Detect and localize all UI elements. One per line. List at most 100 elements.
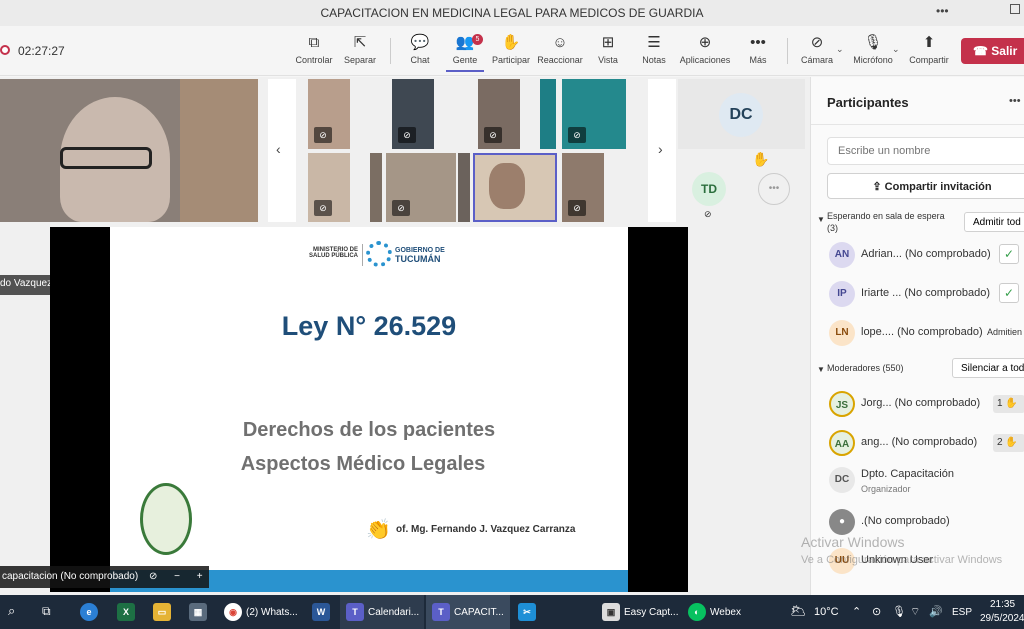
participant-tile[interactable] <box>370 153 382 222</box>
waiting-participant-row[interactable]: AN Adrian... (No comprobado) ✓ <box>811 240 1024 270</box>
notes-icon: ☰ <box>647 34 661 51</box>
collapse-caret-icon[interactable]: ▼ <box>817 215 825 224</box>
leave-button[interactable]: ☎ Salir <box>961 38 1024 64</box>
tucuman-logo-icon <box>366 241 392 267</box>
react-button[interactable]: ☺ Reaccionar <box>533 32 587 72</box>
language-indicator[interactable]: ESP <box>952 607 972 618</box>
participant-tile[interactable] <box>540 79 556 149</box>
admit-check-icon[interactable]: ✓ <box>999 244 1019 264</box>
share-button[interactable]: ⬆ Compartir <box>902 32 956 72</box>
pop-out-icon: ⇱ <box>353 34 367 51</box>
university-seal <box>140 483 192 555</box>
participant-search-input[interactable] <box>827 137 1024 165</box>
participant-tile[interactable]: ⊘ <box>562 153 604 222</box>
presenter-name-label: capacitacion (No comprobado) ⊘ − + <box>0 566 209 588</box>
participant-tile[interactable]: ⊘ <box>392 79 434 149</box>
collapse-caret-icon[interactable]: ▼ <box>817 365 825 374</box>
avatar: JS <box>829 391 855 417</box>
panel-divider <box>811 124 1024 125</box>
taskbar-calendar[interactable]: T Calendari... <box>340 595 424 629</box>
admit-check-icon[interactable]: ✓ <box>999 283 1019 303</box>
admit-all-button[interactable]: Admitir tod <box>964 212 1024 232</box>
more-participants-icon[interactable]: ••• <box>758 173 790 205</box>
mic-off-icon: ⊘ <box>398 127 416 143</box>
microphone-tray-icon[interactable]: 🎙 <box>892 605 906 618</box>
waiting-participant-row[interactable]: IP Iriarte ... (No comprobado) ✓ <box>811 279 1024 309</box>
moderator-row[interactable]: DC Dpto. Capacitación Organizador <box>811 465 1024 501</box>
mic-off-icon: ⊘ <box>568 127 586 143</box>
snip-tool-icon[interactable]: ✂ <box>518 603 536 621</box>
edge-icon[interactable]: e <box>80 603 98 621</box>
clapping-hands-icon: 👏 <box>366 519 391 541</box>
speaker-video[interactable] <box>0 79 258 222</box>
network-icon[interactable]: ⊙ <box>872 605 881 618</box>
excel-icon[interactable]: X <box>117 603 135 621</box>
teams-icon: T <box>432 603 450 621</box>
participant-tile[interactable] <box>458 153 470 222</box>
notes-button[interactable]: ☰ Notas <box>627 32 681 72</box>
waiting-participant-row[interactable]: LN lope.... (No comprobado) Admitien <box>811 318 1024 348</box>
moderator-row[interactable]: JS Jorg... (No comprobado) 1 ✋ <box>811 389 1024 419</box>
clock-time[interactable]: 21:35 <box>990 599 1015 610</box>
moderator-row[interactable]: AA ang... (No comprobado) 2 ✋ <box>811 428 1024 458</box>
more-button[interactable]: ••• Más <box>731 32 785 72</box>
pop-out-button[interactable]: ⇱ Separar <box>333 32 387 72</box>
calculator-icon[interactable]: ▦ <box>189 603 207 621</box>
shared-screen: MINISTERIO DE SALUD PÚBLICA GOBIERNO DE … <box>50 227 688 592</box>
share-invite-button[interactable]: ⇪ Compartir invitación <box>827 173 1024 199</box>
wifi-icon[interactable]: ⌔ <box>910 605 920 619</box>
active-speaker-tile[interactable] <box>473 153 557 222</box>
participant-tile[interactable]: ⊘ <box>308 153 350 222</box>
taskbar-easycapture[interactable]: ▣ Easy Capt... <box>598 595 682 629</box>
participant-tile[interactable]: ⊘ <box>478 79 520 149</box>
camera-options-chevron-icon[interactable]: ⌄ <box>836 44 844 55</box>
more-icon: ••• <box>750 34 766 51</box>
windows-taskbar: ⌕ ⧉ e X ▭ ▦ ◉ (2) Whats... W T Calendari… <box>0 595 1024 629</box>
activation-watermark: Activar Windows <box>801 534 905 550</box>
phone-hangup-icon: ☎ <box>973 44 992 58</box>
file-explorer-icon[interactable]: ▭ <box>153 603 171 621</box>
active-tab-indicator <box>446 70 484 72</box>
taskbar-capacit[interactable]: T CAPACIT... <box>426 595 510 629</box>
participant-tile-dc[interactable]: DC <box>678 79 805 149</box>
participant-tile[interactable]: ⊘ <box>562 79 626 149</box>
volume-icon[interactable]: 🔊 <box>929 605 943 618</box>
logo-divider <box>362 244 363 266</box>
tray-overflow-icon[interactable]: ⌃ <box>852 605 861 618</box>
gallery-prev-button[interactable]: ‹ <box>268 79 296 222</box>
zoom-out-icon[interactable]: − <box>174 571 180 582</box>
mute-all-button[interactable]: Silenciar a tod <box>952 358 1024 378</box>
taskbar-webex[interactable]: ◐ Webex <box>684 595 764 629</box>
raise-hand-button[interactable]: ✋ Participar <box>484 32 538 72</box>
avatar[interactable]: TD <box>692 172 726 206</box>
word-icon[interactable]: W <box>312 603 330 621</box>
moderator-row[interactable]: ● .(No comprobado) <box>811 507 1024 537</box>
participant-tile[interactable]: ⊘ <box>386 153 456 222</box>
meeting-timer: 02:27:27 <box>18 44 65 58</box>
people-count-badge: 5 <box>472 34 483 45</box>
apps-button[interactable]: ⊕ Aplicaciones <box>678 32 732 72</box>
mic-options-chevron-icon[interactable]: ⌄ <box>892 44 900 55</box>
task-view-icon[interactable]: ⧉ <box>42 604 51 619</box>
clock-date[interactable]: 29/5/2024 <box>980 613 1024 624</box>
restore-window-icon[interactable] <box>1010 4 1020 14</box>
search-icon[interactable]: ⌕ <box>8 603 15 619</box>
mic-off-icon: ⊘ <box>392 200 410 216</box>
avatar: IP <box>829 281 855 307</box>
easy-capture-icon: ▣ <box>602 603 620 621</box>
person-icon: ● <box>838 516 846 527</box>
avatar: DC <box>829 467 855 493</box>
avatar: AN <box>829 242 855 268</box>
zoom-in-icon[interactable]: + <box>197 571 203 582</box>
participant-tile[interactable]: ⊘ <box>308 79 350 149</box>
chevron-right-icon: › <box>658 141 663 157</box>
more-options-icon[interactable]: ••• <box>936 4 949 18</box>
admitting-status: Admitien <box>987 327 1023 337</box>
weather-icon[interactable]: 🌥 <box>790 603 807 619</box>
panel-more-icon[interactable]: ••• <box>1009 95 1021 107</box>
waiting-section-header: Esperando en sala de espera (3) <box>827 211 945 233</box>
taskbar-whatsapp[interactable]: ◉ (2) Whats... <box>218 595 302 629</box>
share-icon: ⇪ <box>872 181 885 193</box>
gallery-next-button[interactable]: › <box>648 79 676 222</box>
teams-icon: T <box>346 603 364 621</box>
